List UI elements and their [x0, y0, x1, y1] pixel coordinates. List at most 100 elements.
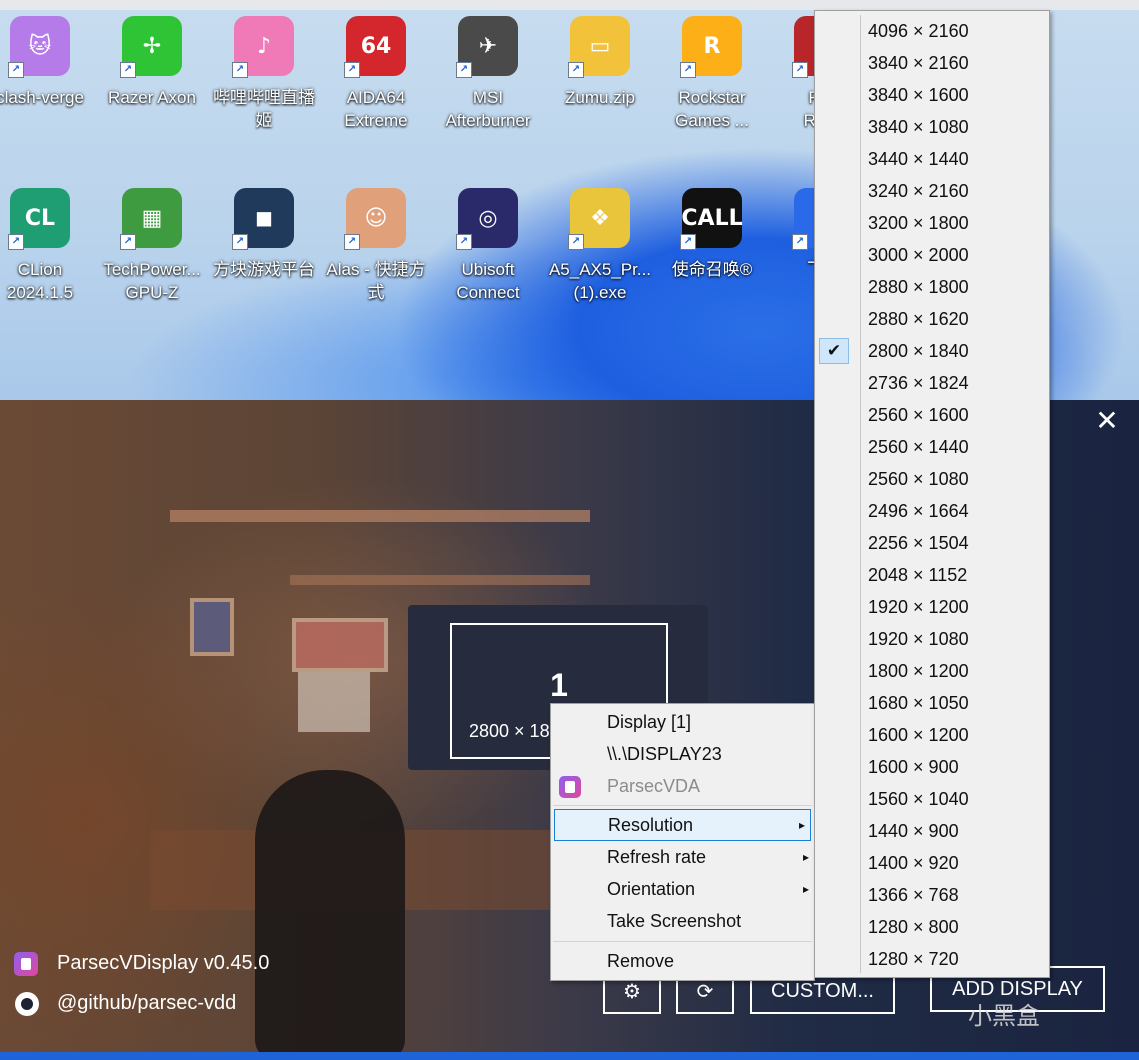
resolution-option[interactable]: 1680 × 1050 [815, 687, 1049, 719]
app-icon: ▭ ↗ [568, 16, 630, 78]
app-icon: ◼ ↗ [232, 188, 294, 250]
resolution-option[interactable]: 3200 × 1800 [815, 207, 1049, 239]
resolution-label: 1440 × 900 [868, 821, 959, 841]
menu-item-orientation[interactable]: Orientation ▸ [551, 873, 814, 905]
menu-item-adapter: ParsecVDA [607, 776, 701, 796]
resolution-option[interactable]: 1920 × 1200 [815, 591, 1049, 623]
resolution-option[interactable]: 2560 × 1080 [815, 463, 1049, 495]
app-icon: 🐱 ↗ [8, 16, 70, 78]
resolution-option[interactable]: 2880 × 1800 [815, 271, 1049, 303]
background-frame [190, 598, 234, 656]
desktop-shortcut[interactable]: ▦ ↗ TechPower... GPU-Z [96, 188, 208, 304]
resolution-option[interactable]: 2560 × 1440 [815, 431, 1049, 463]
resolution-label: 2048 × 1152 [868, 565, 968, 585]
desktop-shortcut-label: TechPower... GPU-Z [103, 260, 201, 302]
menu-item-refresh-rate[interactable]: Refresh rate ▸ [551, 841, 814, 873]
resolution-label: 1600 × 1200 [868, 725, 969, 745]
resolution-option[interactable]: 2880 × 1620 [815, 303, 1049, 335]
desktop-shortcut[interactable]: ✢ ↗ Razer Axon [96, 16, 208, 109]
app-icon: ☺ ↗ [344, 188, 406, 250]
resolution-option[interactable]: 1366 × 768 [815, 879, 1049, 911]
menu-item-label: Refresh rate [607, 847, 707, 867]
resolution-option[interactable]: 1560 × 1040 [815, 783, 1049, 815]
watermark: 小黑盒 [968, 1002, 1040, 1030]
desktop-shortcut-label: Razer Axon [108, 88, 196, 107]
desktop-shortcut[interactable]: ✈ ↗ MSI Afterburner [432, 16, 544, 132]
background-frame [292, 618, 388, 672]
display-context-menu: Display [1] \\.\DISPLAY23 ParsecVDA Reso… [550, 703, 815, 981]
resolution-label: 2736 × 1824 [868, 373, 969, 393]
resolution-option[interactable]: 2736 × 1824 [815, 367, 1049, 399]
background-pegboard [298, 672, 370, 732]
desktop-shortcut-label: AIDA64 Extreme [344, 88, 408, 130]
desktop-shortcut[interactable]: ▭ ↗ Zumu.zip [544, 16, 656, 109]
desktop-shortcut[interactable]: ♪ ↗ 哔哩哔哩直播 姬 [208, 16, 320, 132]
app-icon: CALL ↗ [680, 188, 743, 250]
menu-item-resolution[interactable]: Resolution ▸ [554, 809, 811, 841]
resolution-option[interactable]: 1280 × 800 [815, 911, 1049, 943]
resolution-option[interactable]: 1440 × 900 [815, 815, 1049, 847]
background-person [255, 770, 405, 1052]
app-icon: R ↗ [680, 16, 742, 78]
resolution-option[interactable]: 3840 × 1600 [815, 79, 1049, 111]
menu-item-device-path[interactable]: \\.\DISPLAY23 [551, 738, 814, 770]
shortcut-arrow-icon: ↗ [232, 234, 248, 250]
resolution-label: 3440 × 1440 [868, 149, 969, 169]
desktop-shortcut[interactable]: 🐱 ↗ clash-verge [0, 16, 96, 109]
desktop-shortcut[interactable]: R ↗ Rockstar Games ... [656, 16, 768, 132]
resolution-option[interactable]: 1600 × 900 [815, 751, 1049, 783]
resolution-label: 1400 × 920 [868, 853, 959, 873]
resolution-option[interactable]: 3840 × 2160 [815, 47, 1049, 79]
resolution-option[interactable]: ✔ 2800 × 1840 [815, 335, 1049, 367]
resolution-label: 3840 × 1080 [868, 117, 969, 137]
background-shelf [170, 510, 590, 522]
resolution-label: 1600 × 900 [868, 757, 959, 777]
desktop-shortcut[interactable]: CALL ↗ 使命召唤® [656, 188, 768, 281]
resolution-option[interactable]: 1400 × 920 [815, 847, 1049, 879]
resolution-option[interactable]: 1600 × 1200 [815, 719, 1049, 751]
github-icon [15, 992, 39, 1016]
shortcut-arrow-icon: ↗ [120, 234, 136, 250]
resolution-option[interactable]: 4096 × 2160 [815, 15, 1049, 47]
resolution-label: 3840 × 1600 [868, 85, 969, 105]
desktop-shortcut-label: MSI Afterburner [445, 88, 531, 130]
resolution-option[interactable]: 2496 × 1664 [815, 495, 1049, 527]
app-version-label: ParsecVDisplay v0.45.0 [57, 952, 270, 974]
window-top-bar [0, 0, 1139, 10]
resolution-option[interactable]: 3840 × 1080 [815, 111, 1049, 143]
desktop-shortcut-label: Ubisoft Connect [456, 260, 520, 302]
menu-item-remove[interactable]: Remove [551, 945, 814, 977]
resolution-label: 1366 × 768 [868, 885, 959, 905]
resolution-option[interactable]: 3000 × 2000 [815, 239, 1049, 271]
resolution-option[interactable]: 3440 × 1440 [815, 143, 1049, 175]
desktop-shortcut[interactable]: ◎ ↗ Ubisoft Connect [432, 188, 544, 304]
resolution-label: 1280 × 800 [868, 917, 959, 937]
resolution-option[interactable]: 1920 × 1080 [815, 623, 1049, 655]
app-icon: ▦ ↗ [120, 188, 182, 250]
resolution-option[interactable]: 2560 × 1600 [815, 399, 1049, 431]
desktop-shortcut-label: 方块游戏平台 [213, 260, 315, 279]
resolution-option[interactable]: 2048 × 1152 [815, 559, 1049, 591]
resolution-option[interactable]: 2256 × 1504 [815, 527, 1049, 559]
resolution-label: 2496 × 1664 [868, 501, 969, 521]
desktop-shortcut[interactable]: CL ↗ CLion 2024.1.5 [0, 188, 96, 304]
desktop-shortcut[interactable]: ❖ ↗ A5_AX5_Pr... (1).exe [544, 188, 656, 304]
close-button[interactable]: ✕ [1094, 406, 1120, 436]
resolution-option[interactable]: 1800 × 1200 [815, 655, 1049, 687]
desktop-shortcut-label: CLion 2024.1.5 [6, 260, 74, 302]
app-icon: CL ↗ [8, 188, 70, 250]
menu-item-display[interactable]: Display [1] [551, 706, 814, 738]
settings-icon: ⚙ [623, 980, 641, 1003]
background-shelf [290, 575, 590, 585]
desktop-shortcut[interactable]: 64 ↗ AIDA64 Extreme [320, 16, 432, 132]
desktop-shortcut[interactable]: ◼ ↗ 方块游戏平台 [208, 188, 320, 281]
menu-item-take-screenshot[interactable]: Take Screenshot [551, 905, 814, 937]
desktop-shortcut[interactable]: ☺ ↗ Alas - 快捷方 式 [320, 188, 432, 304]
shortcut-arrow-icon: ↗ [792, 62, 808, 78]
submenu-arrow-icon: ▸ [798, 818, 805, 832]
resolution-option[interactable]: 3240 × 2160 [815, 175, 1049, 207]
resolution-option[interactable]: 1280 × 720 [815, 943, 1049, 975]
app-icon: ✢ ↗ [120, 16, 182, 78]
app-icon: ❖ ↗ [568, 188, 630, 250]
github-link[interactable]: @github/parsec-vdd [57, 992, 236, 1015]
